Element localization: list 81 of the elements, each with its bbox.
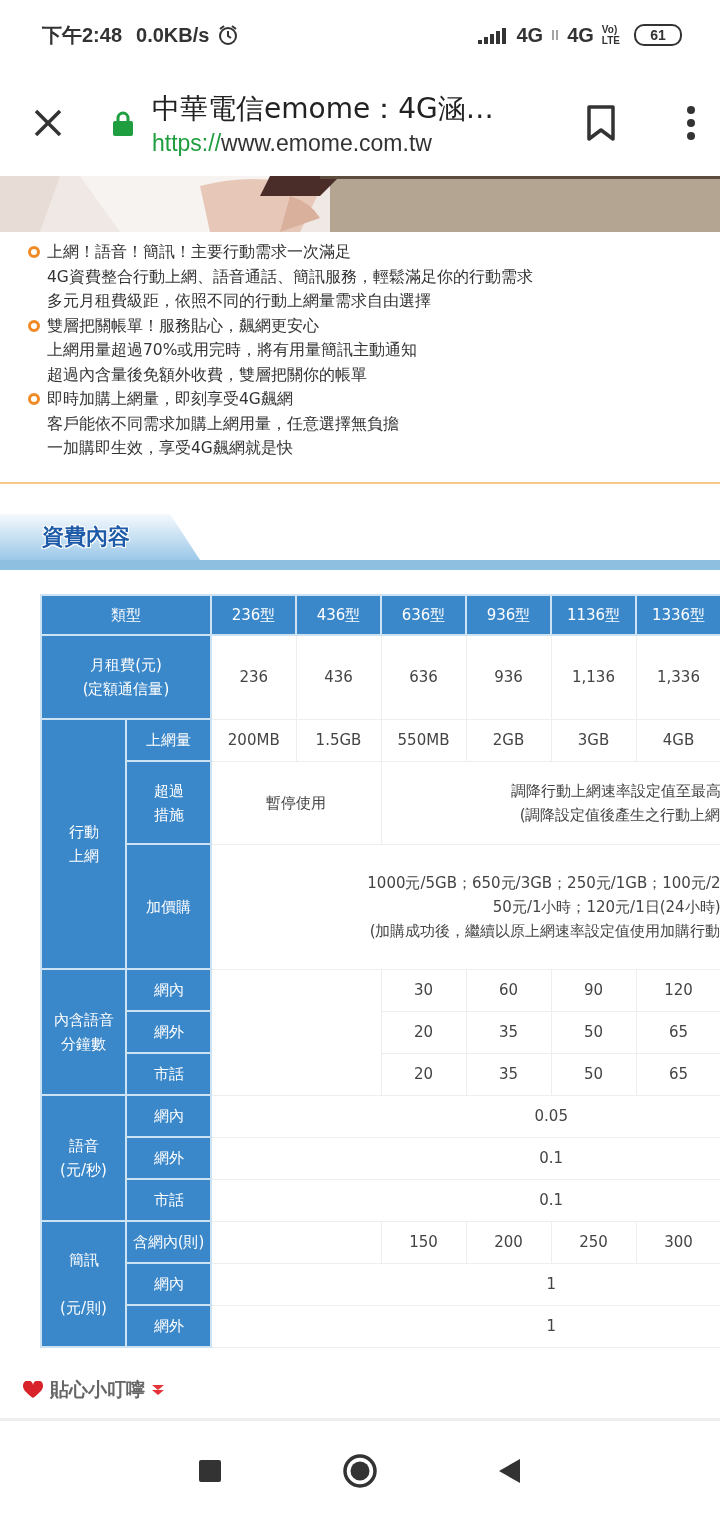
table-cell: 暫停使用 xyxy=(211,761,381,844)
feature-text: 客戶能依不同需求加購上網用量，任意選擇無負擔 xyxy=(46,413,400,435)
section-title: 資費內容 xyxy=(42,523,130,551)
table-header-cell: 語音 (元/秒) xyxy=(41,1095,126,1221)
table-header-cell: 936型 xyxy=(466,595,551,635)
recent-apps-button[interactable] xyxy=(198,1459,222,1483)
table-cell: 1.5GB xyxy=(296,719,381,761)
table-header-cell: 1336型 xyxy=(636,595,720,635)
table-cell: 550MB xyxy=(381,719,466,761)
table-header-cell: 市話 xyxy=(126,1053,211,1095)
menu-button[interactable] xyxy=(686,106,696,140)
table-cell: 35 xyxy=(466,1011,551,1053)
bullet-icon xyxy=(28,319,40,332)
battery-level: 61 xyxy=(634,24,682,46)
table-cell: 60 xyxy=(466,969,551,1011)
table-header-cell: 超過措施 xyxy=(126,761,211,844)
table-header-cell: 行動上網 xyxy=(41,719,126,969)
table-cell: 200 xyxy=(466,1221,551,1263)
table-cell: 936 xyxy=(466,635,551,719)
bookmark-button[interactable] xyxy=(586,105,616,141)
heart-icon xyxy=(22,1380,44,1399)
home-button[interactable] xyxy=(342,1453,378,1489)
table-cell: 250 xyxy=(551,1221,636,1263)
table-cell: 150 xyxy=(381,1221,466,1263)
table-cell: 35 xyxy=(466,1053,551,1095)
down-arrows-icon xyxy=(151,1383,165,1396)
table-header-cell: 上網量 xyxy=(126,719,211,761)
table-header-cell: 236型 xyxy=(211,595,296,635)
feature-title: 即時加購上網量，即刻享受4G飆網 xyxy=(47,389,293,410)
feature-text: 一加購即生效，享受4G飆網就是快 xyxy=(46,438,294,459)
volte-label: LTE xyxy=(601,35,620,46)
alarm-icon xyxy=(217,24,240,46)
volte-label: Vo) xyxy=(601,24,618,35)
table-header-cell: 網外 xyxy=(126,1137,211,1179)
table-cell: 1,136 xyxy=(551,635,636,719)
table-cell: 3GB xyxy=(551,719,636,761)
table-cell: 30 xyxy=(381,969,466,1011)
tip-title: 貼心小叮嚀 xyxy=(50,1376,145,1402)
feature-title: 雙層把關帳單！服務貼心，飆網更安心 xyxy=(47,315,319,337)
close-button[interactable] xyxy=(32,107,64,139)
table-cell: 636 xyxy=(381,635,466,719)
table-cell: 20 xyxy=(381,1053,466,1095)
table-header-cell: 網外 xyxy=(126,1305,211,1347)
feature-text: 上網用量超過70%或用完時，將有用量簡訊主動通知 xyxy=(46,340,419,361)
network-speed: 0.0KB/s xyxy=(136,23,210,47)
table-header-cell: 網內 xyxy=(126,1095,211,1137)
feature-title: 上網！語音！簡訊！主要行動需求一次滿足 xyxy=(47,242,351,263)
table-cell: 20 xyxy=(381,1011,466,1053)
feature-text: 多元月租費級距，依照不同的行動上網量需求自由選擇 xyxy=(46,291,432,312)
page-url[interactable]: https://www.emome.com.tw xyxy=(152,129,586,157)
table-header-cell: 436型 xyxy=(296,595,381,635)
network-type: 4G xyxy=(516,23,544,47)
table-cell: 50 xyxy=(551,1011,636,1053)
table-header-cell: 網內 xyxy=(126,969,211,1011)
bullet-icon xyxy=(28,393,40,406)
table-header-cell: 加價購 xyxy=(126,844,211,969)
table-cell: 200MB xyxy=(211,719,296,761)
table-header-cell: 網內 xyxy=(126,1263,211,1305)
clock-time: 下午2:48 xyxy=(42,22,123,48)
table-cell: 90 xyxy=(551,969,636,1011)
table-header-cell: 類型 xyxy=(41,595,211,635)
signal-icon xyxy=(478,26,509,44)
table-header-cell: 636型 xyxy=(381,595,466,635)
table-cell: 2GB xyxy=(466,719,551,761)
table-header-cell: 月租費(元) (定額通信量) xyxy=(41,635,211,719)
bullet-icon xyxy=(28,246,40,259)
table-header-cell: 網外 xyxy=(126,1011,211,1053)
table-header-cell: 簡訊 (元/則) xyxy=(41,1221,126,1347)
feature-text: 超過內含量後免額外收費，雙層把關你的帳單 xyxy=(46,364,368,386)
table-cell: 436 xyxy=(296,635,381,719)
lock-icon xyxy=(112,110,134,136)
table-header-cell: 1136型 xyxy=(551,595,636,635)
table-cell: 50 xyxy=(551,1053,636,1095)
feature-text: 4G資費整合行動上網、語音通話、簡訊服務，輕鬆滿足你的行動需求 xyxy=(46,266,534,288)
network-type: 4G xyxy=(567,23,594,47)
page-title: 中華電信emome：4G涵… xyxy=(152,90,495,127)
back-button[interactable] xyxy=(498,1458,522,1484)
table-header-cell: 含網內(則) xyxy=(126,1221,211,1263)
table-header-cell: 市話 xyxy=(126,1179,211,1221)
table-header-cell: 內含語音分鐘數 xyxy=(41,969,126,1095)
table-cell: 236 xyxy=(211,635,296,719)
